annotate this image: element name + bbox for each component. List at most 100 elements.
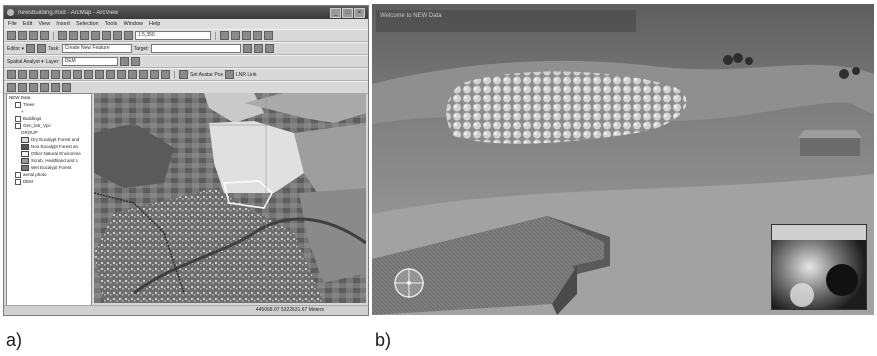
histogram-icon[interactable] <box>119 57 129 66</box>
open-folder-icon[interactable] <box>18 31 27 40</box>
print-icon[interactable] <box>40 31 49 40</box>
menu-help[interactable]: Help <box>149 21 160 27</box>
fixed-zoom-in-icon[interactable] <box>29 70 38 79</box>
toc-layer-item[interactable]: Trees <box>7 101 91 108</box>
menu-window[interactable]: Window <box>123 21 143 27</box>
attributes-icon[interactable] <box>264 44 274 53</box>
chart-icon[interactable] <box>51 83 60 92</box>
layer-combo[interactable]: DEM <box>61 57 118 66</box>
time-slider-icon[interactable] <box>161 70 170 79</box>
legend-swatch <box>21 157 29 164</box>
identify-icon[interactable] <box>117 70 126 79</box>
minimize-button[interactable]: _ <box>330 7 341 18</box>
set-avatar-icon[interactable] <box>179 70 188 79</box>
lnr-link-button[interactable]: LNR Link <box>236 72 257 78</box>
caption-b: b) <box>375 330 392 350</box>
editor-menu[interactable]: Editor ▾ <box>7 46 24 52</box>
toc-layer-item[interactable]: DEM <box>7 178 91 185</box>
map-view[interactable] <box>94 93 366 303</box>
split-tool-icon[interactable] <box>242 44 252 53</box>
layer-visibility-checkbox[interactable] <box>15 171 21 178</box>
layer-visibility-checkbox[interactable] <box>15 122 21 129</box>
copy-icon[interactable] <box>69 31 78 40</box>
compass-crosshair-icon[interactable] <box>392 266 426 300</box>
back-arrow-icon[interactable] <box>73 70 82 79</box>
virtual-3d-scene[interactable]: Welcome to NEW Data <box>372 4 874 315</box>
save-icon[interactable] <box>29 31 38 40</box>
table-icon[interactable] <box>40 83 49 92</box>
zoom-in-icon[interactable] <box>7 70 16 79</box>
maximize-button[interactable]: □ <box>342 7 353 18</box>
command-line-icon[interactable] <box>253 31 262 40</box>
editor-toolbar-icon[interactable] <box>220 31 229 40</box>
report-icon[interactable] <box>62 83 71 92</box>
layer-visibility-checkbox[interactable] <box>15 115 21 122</box>
contour-icon[interactable] <box>130 57 140 66</box>
menu-edit[interactable]: Edit <box>23 21 32 27</box>
layer-visibility-checkbox[interactable] <box>15 101 21 108</box>
rotate-tool-icon[interactable] <box>253 44 263 53</box>
menu-selection[interactable]: Selection <box>76 21 99 27</box>
new-document-icon[interactable] <box>7 31 16 40</box>
standard-toolbar: 1:5,350 <box>4 29 368 42</box>
toc-layer-item[interactable]: Wet Eucalypt Forest <box>7 164 91 171</box>
menu-file[interactable]: File <box>8 21 17 27</box>
forward-arrow-icon[interactable] <box>84 70 93 79</box>
toc-layer-item[interactable]: Gen_bdr_Vpc <box>7 122 91 129</box>
spatial-analyst-menu[interactable]: Spatial Analyst ▾ <box>7 59 44 65</box>
delete-icon[interactable] <box>91 31 100 40</box>
paste-icon[interactable] <box>80 31 89 40</box>
gis-application-window: newsbuilding.mxd - ArcMap - ArcView _ □ … <box>3 5 369 316</box>
toc-layer-label: Other Natural Environme <box>31 151 81 156</box>
layout-icon[interactable] <box>29 83 38 92</box>
toc-layer-item[interactable]: Dry Eucalypt Forest and <box>7 136 91 143</box>
redo-icon[interactable] <box>113 31 122 40</box>
aerial-map-canvas <box>94 93 366 303</box>
toc-layer-item[interactable]: + <box>7 108 91 115</box>
menu-tools[interactable]: Tools <box>105 21 118 27</box>
toc-layer-item[interactable]: Buildings <box>7 115 91 122</box>
link-icon[interactable] <box>224 70 234 79</box>
select-elements-icon[interactable] <box>106 70 115 79</box>
catalog-icon[interactable] <box>242 31 251 40</box>
toc-layer-item[interactable]: Scrub, Heathland and c <box>7 157 91 164</box>
select-features-icon[interactable] <box>95 70 104 79</box>
toc-layer-item[interactable]: NEW Data <box>7 94 91 101</box>
map-scale-combo[interactable]: 1:5,350 <box>135 31 211 40</box>
full-extent-globe-icon[interactable] <box>62 70 71 79</box>
menu-insert[interactable]: Insert <box>56 21 70 27</box>
cut-icon[interactable] <box>58 31 67 40</box>
task-combo[interactable]: Create New Feature <box>61 44 132 53</box>
help-icon[interactable] <box>264 31 273 40</box>
toc-layer-item[interactable]: GROUP <box>7 129 91 136</box>
close-button[interactable]: × <box>354 7 365 18</box>
toc-layer-label: Scrub, Heathland and c <box>31 158 79 163</box>
add-data-icon[interactable] <box>124 31 133 40</box>
edit-tool-icon[interactable] <box>25 44 35 53</box>
hyperlink-icon[interactable] <box>150 70 159 79</box>
set-avatar-pos-button[interactable]: Set Avatar Pos <box>190 72 223 78</box>
toc-layer-item[interactable]: Non Eucalypt Forest an <box>7 143 91 150</box>
menu-view[interactable]: View <box>38 21 50 27</box>
text-tool-icon[interactable] <box>18 83 27 92</box>
draw-icon[interactable] <box>7 83 16 92</box>
toolbar-separator <box>215 31 216 40</box>
pan-hand-icon[interactable] <box>51 70 60 79</box>
find-binoculars-icon[interactable] <box>128 70 137 79</box>
title-bar: newsbuilding.mxd - ArcMap - ArcView _ □ … <box>4 6 368 19</box>
terrain-minimap[interactable] <box>771 224 867 310</box>
zoom-out-icon[interactable] <box>18 70 27 79</box>
undo-icon[interactable] <box>102 31 111 40</box>
toc-layer-item[interactable]: Other Natural Environme <box>7 150 91 157</box>
sketch-tool-icon[interactable] <box>36 44 46 53</box>
toc-layer-label: Dry Eucalypt Forest and <box>31 137 80 142</box>
distant-building <box>798 130 862 156</box>
target-combo[interactable] <box>150 44 241 53</box>
layer-visibility-checkbox[interactable] <box>15 178 21 185</box>
measure-icon[interactable] <box>139 70 148 79</box>
status-coordinates: 445068.07 5322631.67 Meters <box>255 307 324 313</box>
toc-layer-label: + <box>21 109 24 114</box>
fixed-zoom-out-icon[interactable] <box>40 70 49 79</box>
toc-layer-item[interactable]: aerial photo <box>7 171 91 178</box>
arctoolbox-icon[interactable] <box>231 31 240 40</box>
